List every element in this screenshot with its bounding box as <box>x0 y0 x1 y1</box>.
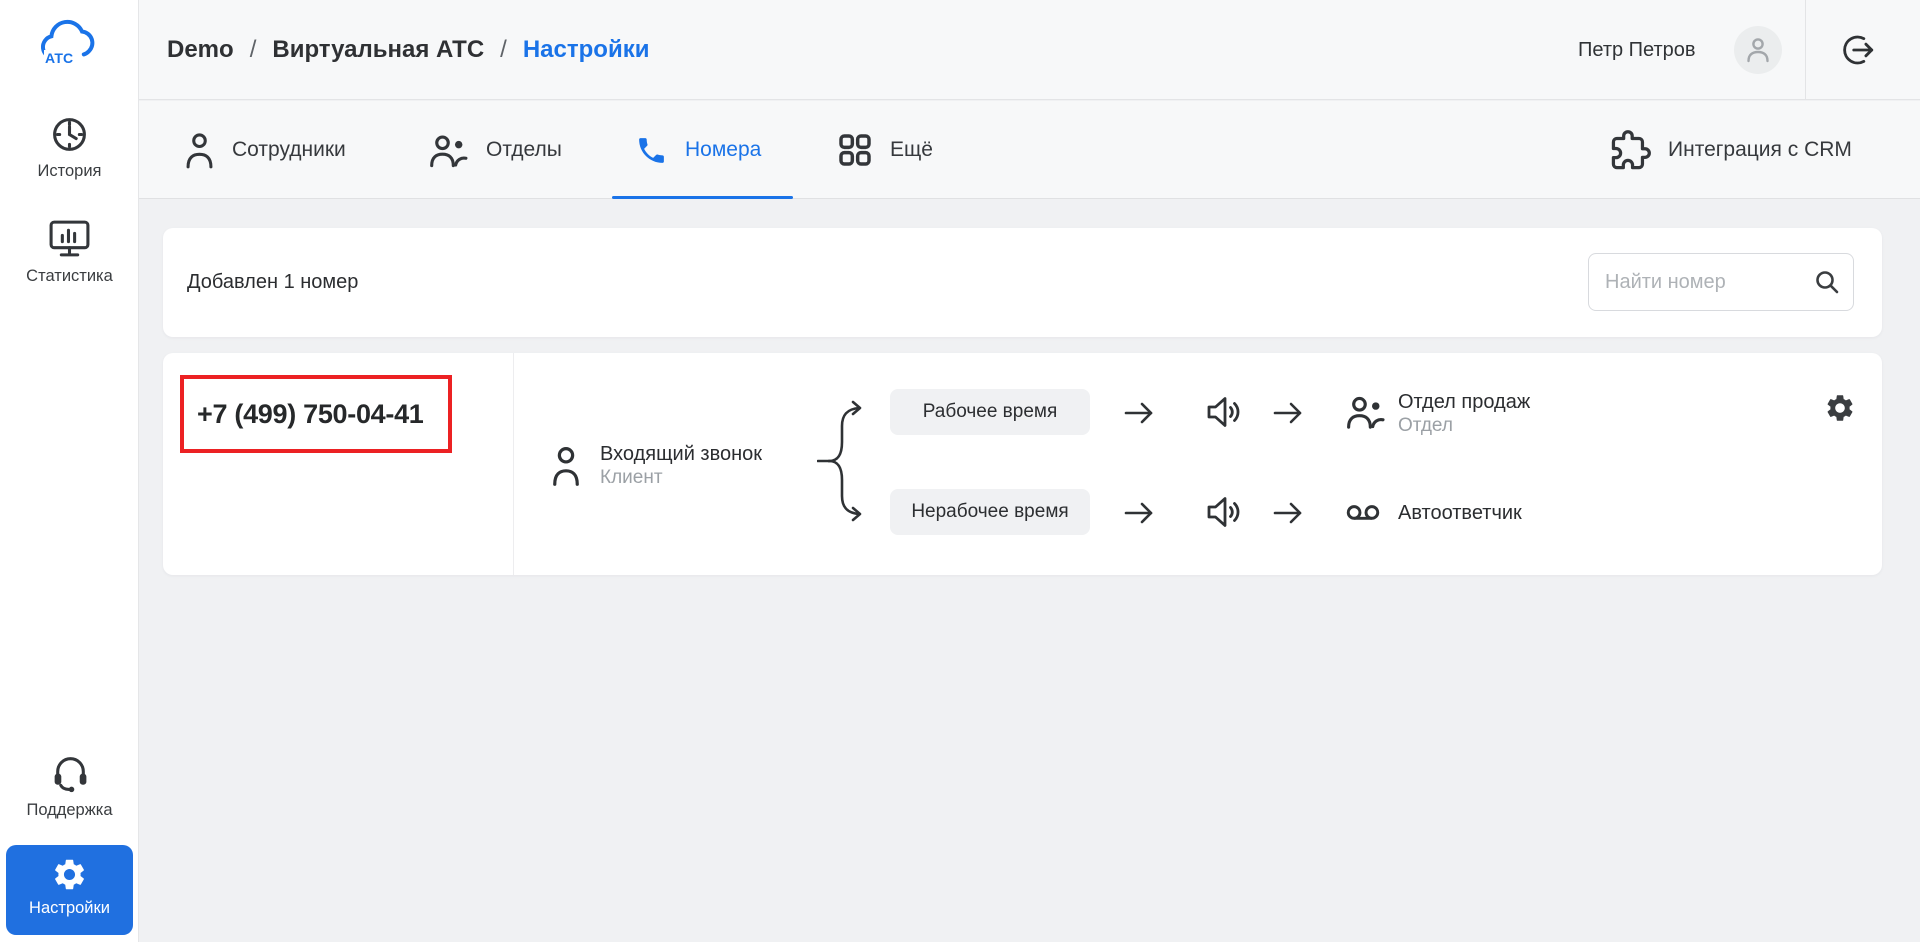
greeting-speaker-icon[interactable] <box>1202 391 1244 438</box>
incoming-call-subtitle: Клиент <box>600 467 663 488</box>
sidebar-item-label: Настройки <box>29 899 110 917</box>
numbers-count-summary: Добавлен 1 номер <box>187 271 359 293</box>
crm-integration-button[interactable]: Интеграция с CRM <box>1610 101 1852 199</box>
sidebar-item-label: Поддержка <box>26 801 113 819</box>
breadcrumb-item-settings[interactable]: Настройки <box>523 36 650 64</box>
tab-label: Отделы <box>486 138 562 161</box>
breadcrumb-item-demo[interactable]: Demo <box>167 36 234 64</box>
sidebar-item-label: История <box>37 162 102 180</box>
app-logo[interactable]: АТС <box>37 14 103 72</box>
cloud-logo-icon: АТС <box>41 19 95 66</box>
numbers-summary-card: Добавлен 1 номер <box>163 228 1882 337</box>
people-icon[interactable] <box>1345 393 1386 435</box>
history-clock-icon <box>53 118 86 151</box>
annotation-red-box: +7 (499) 750-04-41 <box>180 375 452 453</box>
flow-arrow-icon <box>1273 399 1303 432</box>
incoming-call-title: Входящий звонок <box>600 443 763 465</box>
breadcrumb-item-vats[interactable]: Виртуальная АТС <box>272 36 484 64</box>
gear-icon <box>1827 395 1853 421</box>
tab-label: Сотрудники <box>232 138 346 161</box>
sidebar-item-settings[interactable]: Настройки <box>6 845 133 935</box>
tab-label: Номера <box>685 138 762 161</box>
tab-more[interactable]: Ещё <box>837 101 933 199</box>
sidebar-item-statistics[interactable]: Статистика <box>0 218 139 286</box>
sidebar-item-support[interactable]: Поддержка <box>0 750 139 820</box>
breadcrumb-separator: / <box>249 36 257 63</box>
avatar[interactable] <box>1734 26 1782 74</box>
caller-person-icon <box>551 445 581 487</box>
tab-numbers[interactable]: Номера <box>635 101 761 199</box>
settings-gear-icon <box>55 859 84 890</box>
puzzle-icon <box>1611 129 1651 169</box>
phone-icon <box>639 137 664 163</box>
number-card: +7 (499) 750-04-41 Входящий звонок Клиен… <box>163 353 1882 575</box>
sidebar-item-history[interactable]: История <box>0 115 139 181</box>
number-settings-button[interactable] <box>1824 392 1856 424</box>
header: Demo / Виртуальная АТС / Настройки Петр … <box>139 0 1920 100</box>
branch-split-connector <box>816 398 872 528</box>
user-icon <box>1747 38 1769 63</box>
voicemail-icon[interactable] <box>1345 502 1381 530</box>
people-icon <box>430 135 468 168</box>
active-tab-underline <box>612 196 793 199</box>
condition-work-time[interactable]: Рабочее время <box>890 389 1090 435</box>
person-icon <box>186 132 213 168</box>
grid-icon <box>839 134 871 166</box>
tab-departments[interactable]: Отделы <box>428 101 562 199</box>
breadcrumb-separator: / <box>500 36 507 63</box>
phone-number: +7 (499) 750-04-41 <box>197 398 424 429</box>
condition-nonwork-time[interactable]: Нерабочее время <box>890 489 1090 535</box>
tab-employees[interactable]: Сотрудники <box>184 101 346 199</box>
number-column: +7 (499) 750-04-41 <box>163 353 514 575</box>
sidebar: АТС История Статистика Поддержка Настрой… <box>0 0 139 942</box>
target-voicemail[interactable]: Автоответчик <box>1398 502 1522 525</box>
search-number-field <box>1588 253 1854 311</box>
flow-arrow-icon <box>1124 499 1154 532</box>
logo-text: АТС <box>45 50 73 66</box>
user-name[interactable]: Петр Петров <box>1578 0 1696 100</box>
header-divider <box>1805 0 1806 100</box>
breadcrumb: Demo / Виртуальная АТС / Настройки <box>167 0 649 100</box>
logout-icon <box>1843 35 1874 65</box>
greeting-speaker-icon[interactable] <box>1202 491 1244 538</box>
flow-arrow-icon <box>1273 499 1303 532</box>
sidebar-item-label: Статистика <box>26 267 113 285</box>
statistics-monitor-icon <box>49 220 90 257</box>
crm-integration-label: Интеграция с CRM <box>1668 138 1852 161</box>
logout-button[interactable] <box>1839 31 1877 69</box>
target-sales-department[interactable]: Отдел продаж <box>1398 391 1530 414</box>
tab-label: Ещё <box>890 138 933 161</box>
support-headset-icon <box>54 757 86 793</box>
target-type-label: Отдел <box>1398 415 1453 436</box>
search-icon[interactable] <box>1814 269 1840 295</box>
flow-arrow-icon <box>1124 399 1154 432</box>
tab-bar: Сотрудники Отделы Номера Ещё Интеграция … <box>139 101 1920 199</box>
